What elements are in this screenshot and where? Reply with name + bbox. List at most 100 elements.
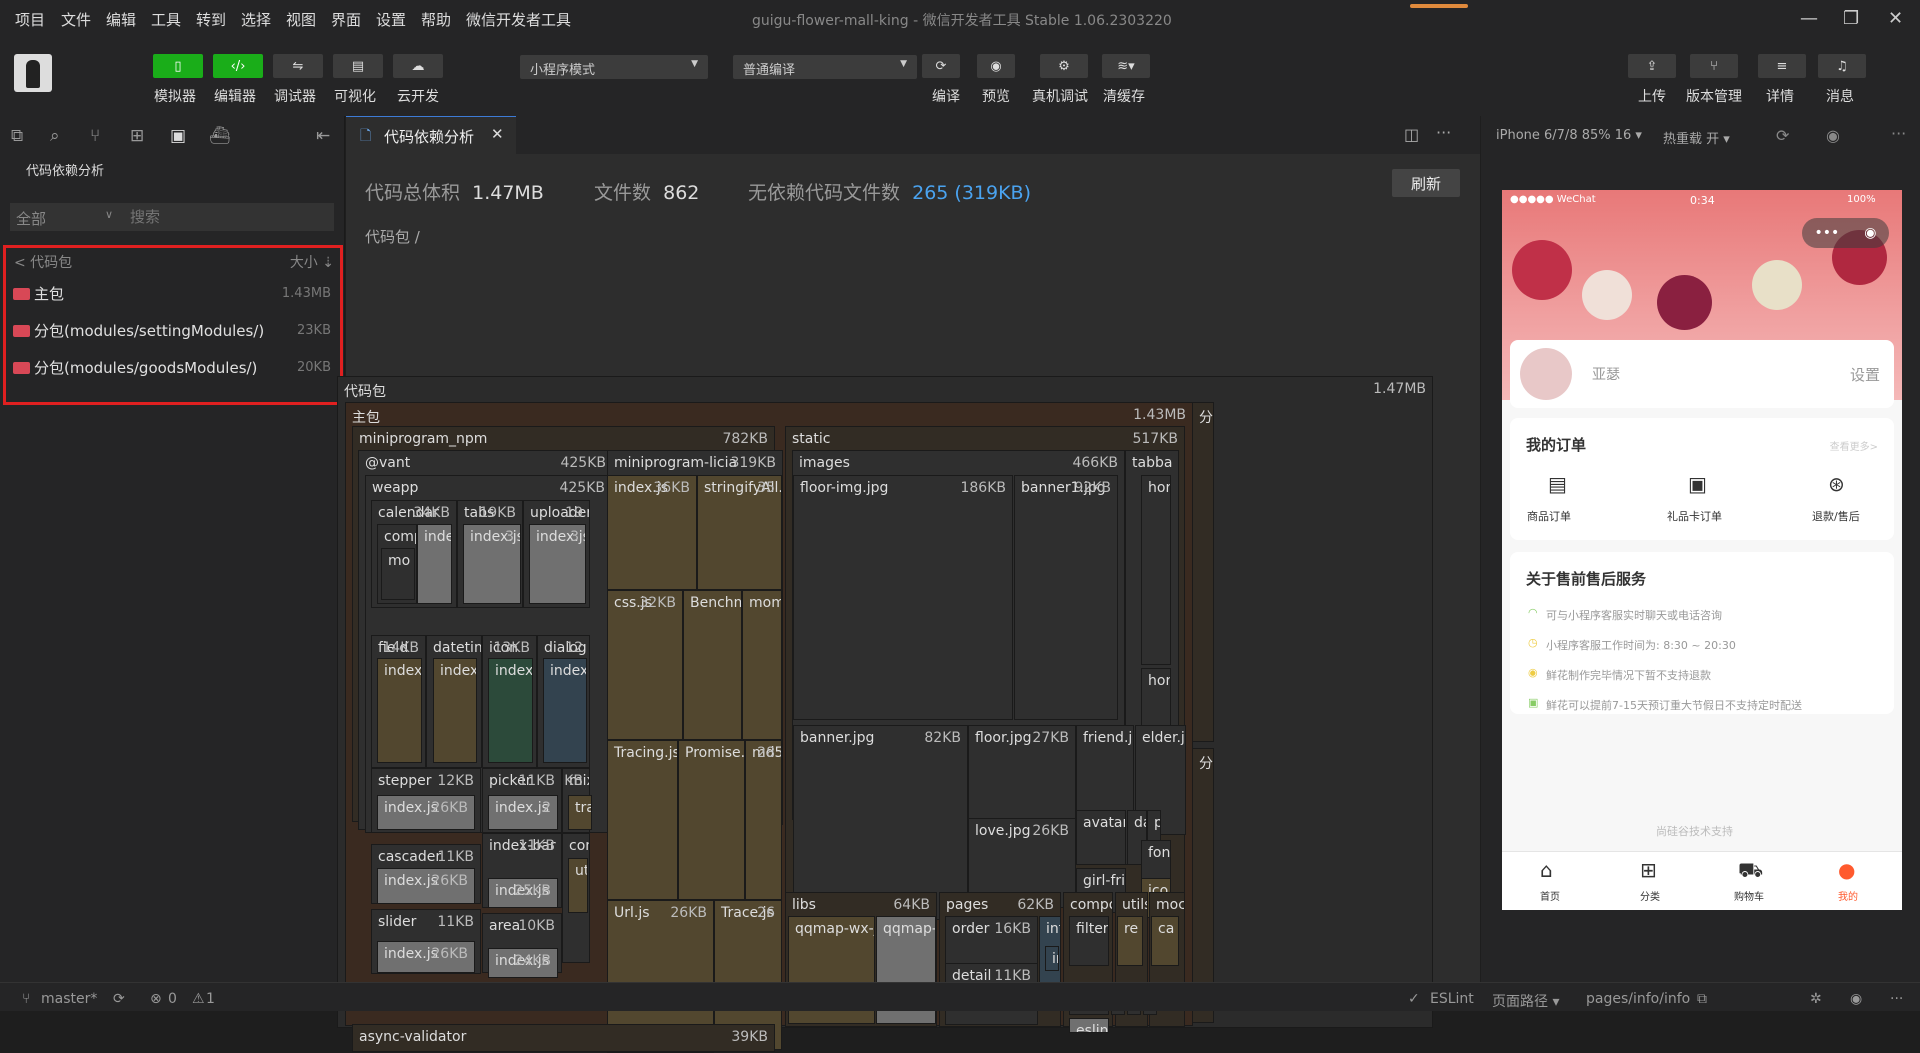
treemap-node[interactable]: eslintrc.js	[1069, 1018, 1109, 1033]
treemap-node[interactable]: banner1.jpg 92KB	[1014, 475, 1118, 720]
tab-home[interactable]: 首页	[1540, 888, 1560, 903]
copy-icon[interactable]: ⧉	[1697, 991, 1707, 1007]
treemap-node[interactable]: Url.js 26KB	[607, 900, 714, 988]
error-icon[interactable]: ⊗	[150, 991, 162, 1007]
treemap-node[interactable]: md5.js28	[745, 740, 782, 900]
menu-file[interactable]: 文件	[61, 9, 91, 30]
more-icon[interactable]: ···	[1890, 991, 1903, 1007]
menu-edit[interactable]: 编辑	[106, 9, 136, 30]
git-icon[interactable]: ⑂	[90, 126, 100, 146]
search-input[interactable]	[130, 205, 330, 229]
treemap-node[interactable]: mo	[381, 548, 415, 600]
treemap-node[interactable]: index.js 36KB	[607, 475, 697, 590]
eye-icon[interactable]: ◉	[1850, 991, 1862, 1007]
menu-help[interactable]: 帮助	[421, 9, 451, 30]
size-sort-header[interactable]: 大小 ⇣	[290, 252, 334, 272]
treemap-node[interactable]: order 16KB	[945, 916, 1038, 964]
treemap-node[interactable]: in	[1045, 946, 1059, 971]
treemap-node[interactable]: 分	[1192, 402, 1214, 742]
treemap-node[interactable]: index.w	[543, 658, 587, 763]
cloud-button[interactable]: 云开发	[397, 86, 439, 106]
menu-goto[interactable]: 转到	[196, 9, 226, 30]
treemap-node[interactable]: index.js 25KB	[488, 878, 558, 908]
treemap-node[interactable]: ca	[1151, 916, 1179, 966]
collapse-panel-icon[interactable]: ⇤	[316, 126, 330, 146]
package-item-setting[interactable]: 分包(modules/settingModules/) 23KB	[13, 315, 338, 345]
details-button[interactable]: 详情	[1766, 86, 1794, 106]
remote-debug-button[interactable]: 真机调试	[1032, 86, 1088, 106]
search-icon[interactable]: ⌕	[50, 126, 60, 146]
menu-devtools[interactable]: 微信开发者工具	[466, 9, 571, 30]
treemap-node[interactable]: banner.jpg 82KB	[793, 725, 968, 920]
treemap-node[interactable]: floor.jpg 27KB	[968, 725, 1076, 830]
category-icon[interactable]: ⊞	[1640, 858, 1657, 882]
menu-settings[interactable]: 设置	[376, 9, 406, 30]
git-branch[interactable]: master*	[41, 991, 97, 1007]
cloud-icon[interactable]: ☁	[393, 54, 443, 78]
treemap-node[interactable]: index.js 24KB	[488, 948, 558, 978]
compile-icon[interactable]: ⟳	[922, 54, 960, 78]
preview-icon[interactable]: ◉	[977, 54, 1015, 78]
order-item-goods[interactable]: 商品订单	[1527, 508, 1571, 524]
order-list-icon[interactable]: ▤	[1548, 472, 1567, 496]
device-select[interactable]: iPhone 6/7/8 85% 16 ▾	[1496, 128, 1642, 143]
tab-category[interactable]: 分类	[1640, 888, 1660, 903]
treemap-node[interactable]: moment.	[742, 590, 782, 740]
capsule-menu[interactable]: ••• ◉	[1802, 218, 1889, 248]
treemap-node[interactable]: Tracing.js	[607, 740, 678, 900]
branch-icon[interactable]: ⑂	[22, 991, 30, 1007]
treemap-node[interactable]: filter	[1069, 916, 1109, 966]
treemap-node[interactable]: re	[1117, 916, 1143, 966]
avatar[interactable]	[14, 54, 52, 92]
menu-view[interactable]: 视图	[286, 9, 316, 30]
details-icon[interactable]: ≡	[1758, 54, 1806, 78]
preview-button[interactable]: 预览	[982, 86, 1010, 106]
menu-tools[interactable]: 工具	[151, 9, 181, 30]
compile-select[interactable]: 普通编译 ▼	[733, 55, 917, 79]
treemap-node[interactable]: Promise.js	[678, 740, 745, 900]
treemap-node[interactable]: async-validator 39KB	[352, 1024, 775, 1052]
close-window-icon[interactable]: ✕	[1888, 8, 1903, 29]
order-item-refund[interactable]: 退款/售后	[1812, 508, 1860, 524]
version-button[interactable]: 版本管理	[1686, 86, 1742, 106]
minimize-icon[interactable]: —	[1800, 8, 1818, 29]
avatar[interactable]	[1520, 348, 1572, 400]
messages-button[interactable]: 消息	[1826, 86, 1854, 106]
docker-icon[interactable]: ⛴	[209, 126, 231, 146]
treemap-node[interactable]: index	[417, 524, 452, 604]
home-icon[interactable]: ⌂	[1540, 858, 1553, 882]
menu-select[interactable]: 选择	[241, 9, 271, 30]
user-icon[interactable]: ●	[1838, 858, 1855, 882]
warning-count[interactable]: 1	[206, 991, 215, 1007]
clear-cache-icon[interactable]: ≋▾	[1102, 54, 1150, 78]
order-item-giftcard[interactable]: 礼品卡订单	[1667, 508, 1722, 524]
treemap-node[interactable]: index.w	[488, 658, 533, 763]
treemap-node[interactable]: index.js 26KB	[377, 941, 475, 973]
more-icon[interactable]: ···	[1891, 124, 1906, 143]
treemap-node[interactable]: hor	[1141, 475, 1171, 665]
more-icon[interactable]: •••	[1815, 225, 1840, 241]
menu-project[interactable]: 项目	[15, 9, 45, 30]
close-circle-icon[interactable]: ◉	[1864, 225, 1876, 241]
treemap-node[interactable]: index.js 2	[488, 795, 558, 830]
visual-icon[interactable]: ▤	[333, 54, 383, 78]
treemap-node[interactable]: css.js 32KB	[607, 590, 683, 740]
package-item-main[interactable]: 主包 1.43MB	[13, 278, 338, 308]
tab-cart[interactable]: 购物车	[1734, 888, 1764, 903]
page-path[interactable]: pages/info/info	[1586, 991, 1690, 1007]
chevron-down-icon[interactable]: ∨	[105, 208, 113, 221]
treemap-node[interactable]: index.js 3	[529, 524, 586, 604]
treemap-node[interactable]: index.j	[377, 658, 422, 763]
treemap-node[interactable]: utils	[568, 858, 588, 913]
treemap-node[interactable]: Benchmar	[683, 590, 742, 740]
remote-debug-icon[interactable]: ⚙	[1040, 54, 1088, 78]
treemap-node[interactable]: index.j	[433, 658, 477, 763]
treemap-node[interactable]: index.js 26KB	[377, 795, 475, 830]
treemap-node[interactable]: detail 11KB	[945, 963, 1038, 983]
simulator-button[interactable]: 模拟器	[154, 86, 196, 106]
visual-button[interactable]: 可视化	[334, 86, 376, 106]
debugger-icon[interactable]: ⇋	[273, 54, 323, 78]
mode-select[interactable]: 小程序模式 ▼	[520, 55, 708, 79]
treemap-node[interactable]: avatar.pn	[1076, 810, 1126, 865]
bug-icon[interactable]: ✲	[1810, 991, 1822, 1007]
